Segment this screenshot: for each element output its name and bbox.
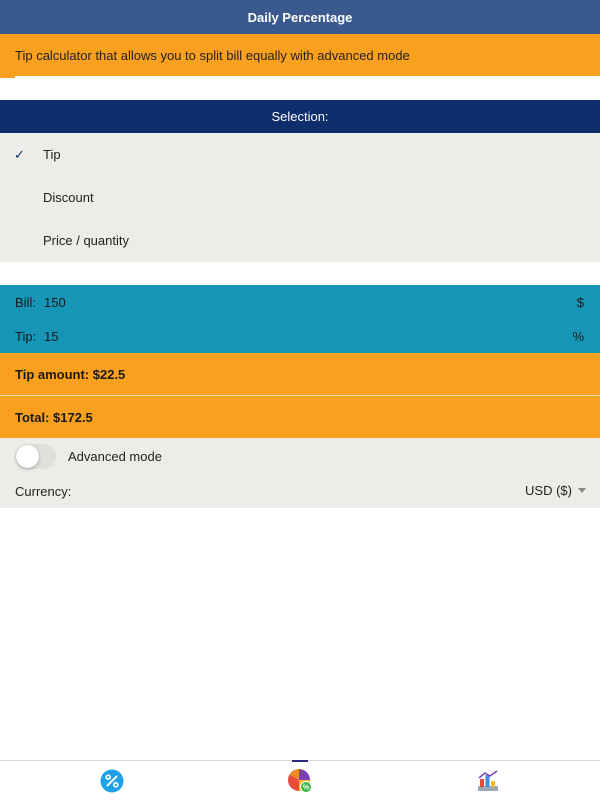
toggle-knob xyxy=(16,445,39,468)
total-text: Total: $172.5 xyxy=(15,409,93,425)
selection-item-label: Discount xyxy=(43,190,94,205)
selection-header: Selection: xyxy=(0,100,600,133)
tip-unit: % xyxy=(572,328,584,344)
tip-input[interactable]: 15 xyxy=(44,329,58,344)
inputs-panel: Bill: 150 $ Tip: 15 % xyxy=(0,285,600,353)
advanced-mode-label: Advanced mode xyxy=(68,449,162,464)
currency-label: Currency: xyxy=(15,484,72,499)
currency-select[interactable]: USD ($) xyxy=(525,483,586,498)
tab-pie-chart[interactable]: % xyxy=(200,761,400,800)
selection-title: Selection: xyxy=(271,109,329,124)
bill-row: Bill: 150 $ xyxy=(0,285,600,319)
settings-panel: Advanced mode Currency: USD ($) xyxy=(0,438,600,508)
tip-label: Tip: xyxy=(15,328,37,344)
percent-icon xyxy=(100,769,124,793)
description-text: Tip calculator that allows you to split … xyxy=(15,47,410,63)
total-result: Total: $172.5 xyxy=(0,396,600,438)
selection-list: ✓ Tip Discount Price / quantity xyxy=(0,133,600,262)
app-title: Daily Percentage xyxy=(247,9,353,25)
app-title-bar: Daily Percentage xyxy=(0,0,600,34)
dropdown-caret-icon xyxy=(578,488,586,493)
bottom-nav: % xyxy=(0,760,600,800)
selection-item-price-quantity[interactable]: Price / quantity xyxy=(0,219,600,262)
bill-input[interactable]: 150 xyxy=(44,295,66,310)
tip-row: Tip: 15 % xyxy=(0,319,600,353)
chart-report-icon xyxy=(478,770,498,791)
tip-amount-result: Tip amount: $22.5 xyxy=(0,353,600,395)
tip-amount-text: Tip amount: $22.5 xyxy=(15,366,126,382)
selection-item-label: Price / quantity xyxy=(43,233,129,248)
bill-unit: $ xyxy=(576,294,584,310)
svg-text:%: % xyxy=(303,785,310,792)
selection-item-label: Tip xyxy=(43,147,61,162)
description-accent xyxy=(0,76,15,78)
selection-item-tip[interactable]: ✓ Tip xyxy=(0,133,600,176)
currency-value: USD ($) xyxy=(525,483,572,498)
tab-percent[interactable] xyxy=(12,761,212,800)
pie-chart-icon: % xyxy=(288,769,312,793)
advanced-mode-toggle[interactable] xyxy=(15,444,56,469)
tab-chart-report[interactable] xyxy=(388,761,588,800)
description-banner: Tip calculator that allows you to split … xyxy=(0,34,600,76)
selection-item-discount[interactable]: Discount xyxy=(0,176,600,219)
checkmark-icon: ✓ xyxy=(14,146,25,162)
bill-label: Bill: xyxy=(15,294,36,310)
